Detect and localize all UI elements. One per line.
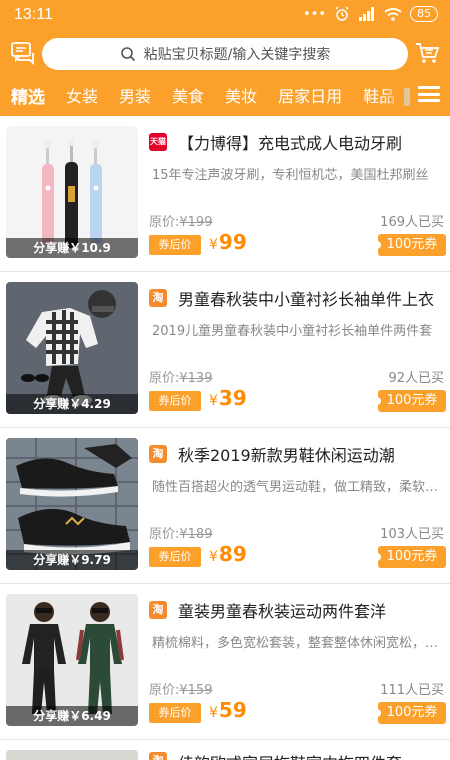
share-earn-label: 分享赚￥10.9 (6, 238, 138, 258)
coupon-button[interactable]: 100元券 (375, 234, 446, 256)
tab-home[interactable]: 居家日用 (267, 83, 352, 107)
status-time: 13:11 (14, 6, 53, 23)
sold-count: 169人已买 (380, 215, 444, 230)
sold-count: 103人已买 (380, 527, 444, 542)
product-card[interactable]: 分享赚￥9.79 淘 秋季2019新款男鞋休闲运动潮 随性百搭超火的透气男运动鞋… (0, 428, 450, 584)
product-description: 15年专注声波牙刷，专利恒机芯，美国杜邦刷丝 (152, 168, 429, 183)
coupon-price: ¥89 (209, 542, 247, 566)
product-card-partial[interactable]: 淘 佳韵欧式家居拖鞋室内拖四件套 (0, 740, 450, 760)
original-price: 原价:¥199 (149, 215, 213, 230)
product-title: 秋季2019新款男鞋休闲运动潮 (178, 446, 395, 465)
tab-women[interactable]: 女装 (55, 83, 108, 107)
taobao-badge-icon: 淘 (149, 445, 167, 463)
original-price: 原价:¥139 (149, 371, 213, 386)
tab-food[interactable]: 美食 (161, 83, 214, 107)
search-icon (120, 47, 135, 62)
status-icons: ••• 85 (303, 6, 438, 22)
original-price: 原价:¥189 (149, 527, 213, 542)
search-input[interactable]: 粘贴宝贝标题/输入关键字搜索 (42, 38, 408, 70)
status-bar: 13:11 ••• 85 (0, 0, 450, 32)
product-title: 佳韵欧式家居拖鞋室内拖四件套 (178, 750, 446, 760)
after-coupon-tag: 券后价 (149, 235, 201, 255)
tab-beauty[interactable]: 美妆 (214, 83, 267, 107)
product-title: 男童春秋装中小童衬衫长袖单件上衣 (178, 290, 435, 309)
product-description: 2019儿童男童春秋装中小童衬衫长袖单件两件套 (152, 324, 433, 339)
tab-scroll-marker (404, 88, 410, 106)
message-icon[interactable] (10, 40, 36, 66)
battery-indicator: 85 (410, 6, 438, 22)
product-card[interactable]: 分享赚￥6.49 淘 童装男童春秋装运动两件套洋 精梳棉料，多色宽松套装，整套整… (0, 584, 450, 740)
taobao-badge-icon: 淘 (149, 752, 167, 760)
product-description: 精梳棉料，多色宽松套装，整套整体休闲宽松，舒适 (152, 636, 444, 651)
search-placeholder: 粘贴宝贝标题/输入关键字搜索 (143, 47, 331, 63)
search-row: 粘贴宝贝标题/输入关键字搜索 (0, 36, 450, 74)
product-image-shirt[interactable]: 分享赚￥4.29 (6, 282, 138, 414)
coupon-button[interactable]: 100元券 (375, 390, 446, 412)
sold-count: 92人已买 (388, 371, 444, 386)
menu-icon[interactable] (418, 84, 440, 104)
cell-signal-icon (359, 7, 374, 21)
coupon-price: ¥99 (209, 230, 247, 254)
product-image-shoes[interactable]: 分享赚￥9.79 (6, 438, 138, 570)
product-list: 分享赚￥10.9 天猫 【力博得】充电式成人电动牙刷 15年专注声波牙刷，专利恒… (0, 116, 450, 760)
product-image-toothbrush[interactable]: 分享赚￥10.9 (6, 126, 138, 258)
cart-icon[interactable] (414, 40, 440, 66)
share-earn-label: 分享赚￥6.49 (6, 706, 138, 726)
wifi-icon (384, 8, 402, 21)
coupon-price: ¥59 (209, 698, 247, 722)
after-coupon-tag: 券后价 (149, 391, 201, 411)
tab-featured[interactable]: 精选 (0, 83, 55, 108)
coupon-button[interactable]: 100元券 (375, 702, 446, 724)
app-header: 13:11 ••• 85 粘贴宝贝标题/输入关键字搜索 精选 女装 男装 美食 … (0, 0, 450, 116)
alarm-icon (335, 6, 349, 21)
product-card[interactable]: 分享赚￥4.29 淘 男童春秋装中小童衬衫长袖单件上衣 2019儿童男童春秋装中… (0, 272, 450, 428)
product-card[interactable]: 分享赚￥10.9 天猫 【力博得】充电式成人电动牙刷 15年专注声波牙刷，专利恒… (0, 116, 450, 272)
after-coupon-tag: 券后价 (149, 547, 201, 567)
coupon-price: ¥39 (209, 386, 247, 410)
taobao-badge-icon: 淘 (149, 601, 167, 619)
sold-count: 111人已买 (380, 683, 444, 698)
coupon-button[interactable]: 100元券 (375, 546, 446, 568)
product-image-partial[interactable] (6, 750, 138, 760)
original-price: 原价:¥159 (149, 683, 213, 698)
category-tabs: 精选 女装 男装 美食 美妆 居家日用 鞋品 (0, 78, 450, 112)
product-description: 随性百搭超火的透气男运动鞋，做工精致，柔软舒适 (152, 480, 444, 495)
taobao-badge-icon: 淘 (149, 289, 167, 307)
share-earn-label: 分享赚￥4.29 (6, 394, 138, 414)
product-title: 【力博得】充电式成人电动牙刷 (178, 134, 403, 153)
tmall-badge-icon: 天猫 (149, 133, 167, 151)
signal-dots-icon: ••• (302, 6, 326, 22)
product-title: 童装男童春秋装运动两件套洋 (178, 602, 387, 621)
share-earn-label: 分享赚￥9.79 (6, 550, 138, 570)
tab-men[interactable]: 男装 (108, 83, 161, 107)
after-coupon-tag: 券后价 (149, 703, 201, 723)
product-image-tracksuit[interactable]: 分享赚￥6.49 (6, 594, 138, 726)
